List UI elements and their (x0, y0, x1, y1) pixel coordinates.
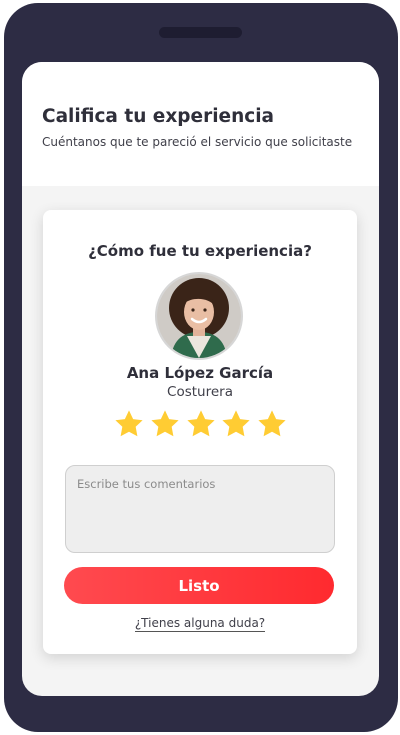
star-5-icon[interactable] (256, 408, 288, 440)
star-2-icon[interactable] (149, 408, 181, 440)
rating-question: ¿Cómo fue tu experiencia? (88, 242, 312, 260)
app-screen: Califica tu experiencia Cuéntanos que te… (22, 62, 379, 696)
avatar-portrait-icon (157, 274, 241, 358)
star-3-icon[interactable] (185, 408, 217, 440)
star-rating[interactable] (113, 408, 288, 440)
page-header: Califica tu experiencia Cuéntanos que te… (22, 62, 379, 186)
rating-card: ¿Cómo fue tu experiencia? Ana López Garc… (43, 210, 357, 654)
comments-input[interactable] (65, 465, 335, 553)
phone-frame: Califica tu experiencia Cuéntanos que te… (4, 3, 398, 732)
page-title: Califica tu experiencia (42, 106, 275, 127)
help-link[interactable]: ¿Tienes alguna duda? (134, 616, 266, 632)
phone-speaker (159, 27, 242, 38)
help-link-container: ¿Tienes alguna duda? (43, 616, 357, 632)
provider-name: Ana López García (126, 364, 274, 382)
provider-role: Costurera (167, 384, 233, 400)
avatar (155, 272, 243, 360)
page-subtitle: Cuéntanos que te pareció el servicio que… (42, 135, 353, 149)
done-button[interactable]: Listo (64, 567, 334, 604)
star-4-icon[interactable] (220, 408, 252, 440)
star-1-icon[interactable] (113, 408, 145, 440)
